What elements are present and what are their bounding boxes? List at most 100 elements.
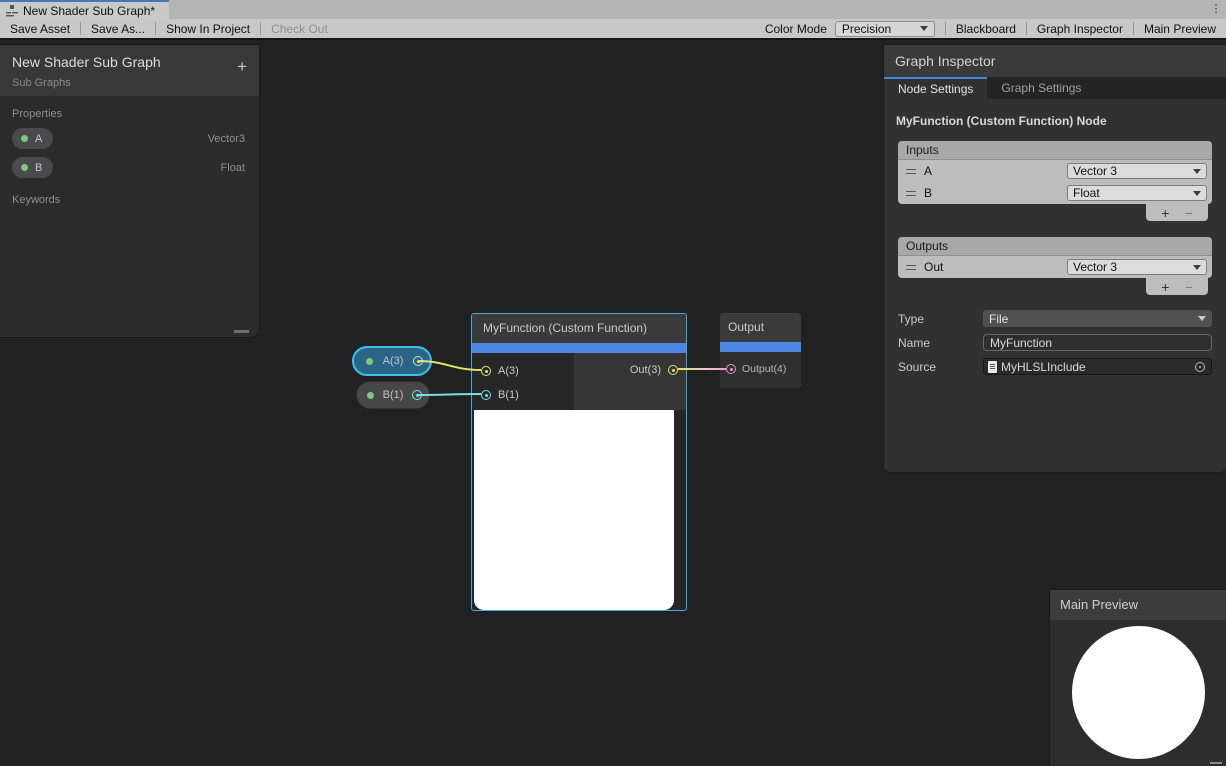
drag-handle-icon[interactable]: [906, 191, 916, 196]
output-node-title[interactable]: Output: [720, 313, 801, 342]
output-name: Out: [924, 260, 943, 274]
inputs-list-footer: + −: [884, 204, 1208, 221]
property-dot-icon: [367, 392, 374, 399]
source-label: Source: [898, 360, 983, 374]
exposed-dot-icon: [21, 135, 28, 142]
node-input-column: A(3) B(1): [472, 353, 574, 410]
input-type-dropdown[interactable]: Float: [1067, 185, 1207, 201]
shader-preview-sphere: [1072, 626, 1205, 759]
tab-graph-settings[interactable]: Graph Settings: [987, 77, 1095, 99]
add-property-button[interactable]: +: [237, 57, 247, 77]
document-tab[interactable]: New Shader Sub Graph*: [0, 0, 169, 19]
inputs-row-b[interactable]: B Float: [898, 182, 1212, 204]
add-output-button[interactable]: +: [1161, 279, 1169, 295]
name-field[interactable]: MyFunction: [983, 334, 1212, 351]
inputs-list-header: Inputs: [898, 141, 1212, 160]
remove-input-button[interactable]: −: [1185, 205, 1193, 221]
outputs-row-out[interactable]: Out Vector 3: [898, 256, 1212, 278]
chevron-down-icon: [1193, 265, 1201, 270]
save-asset-button[interactable]: Save Asset: [0, 19, 80, 38]
keywords-section-label: Keywords: [0, 182, 259, 210]
property-pill[interactable]: A: [12, 128, 53, 149]
main-preview-toggle-button[interactable]: Main Preview: [1134, 19, 1226, 38]
property-type: Float: [221, 162, 245, 174]
precision-dropdown[interactable]: Precision: [835, 21, 935, 37]
input-name: B: [924, 186, 932, 200]
property-type: Vector3: [208, 133, 245, 145]
remove-output-button[interactable]: −: [1185, 279, 1193, 295]
add-input-button[interactable]: +: [1161, 205, 1169, 221]
outputs-list: Outputs Out Vector 3: [898, 237, 1212, 278]
blackboard-subtitle: Sub Graphs: [12, 77, 247, 89]
input-port-a-label: A(3): [498, 365, 519, 377]
document-tab-title: New Shader Sub Graph*: [23, 4, 155, 18]
overflow-menu-icon[interactable]: ⋮: [1206, 0, 1226, 19]
tab-bar-spacer: [169, 0, 1206, 19]
property-dot-icon: [366, 358, 373, 365]
chevron-down-icon: [920, 26, 928, 31]
tab-node-settings[interactable]: Node Settings: [884, 77, 987, 99]
inspector-tab-strip: Node Settings Graph Settings: [884, 77, 1226, 99]
property-node-b-label: B(1): [374, 389, 412, 401]
main-preview-title: Main Preview: [1050, 590, 1226, 620]
function-fields: Type File Name MyFunction Source MyHLSLI…: [898, 310, 1212, 375]
output-type-dropdown[interactable]: Vector 3: [1067, 259, 1207, 275]
color-mode-label: Color Mode: [757, 22, 835, 36]
output-port-out-label: Out(3): [630, 364, 661, 376]
shader-graph-asset-icon: [6, 5, 18, 17]
name-label: Name: [898, 336, 983, 350]
input-port-b-label: B(1): [498, 389, 519, 401]
property-node-b[interactable]: B(1): [356, 381, 430, 409]
property-node-a-output-port[interactable]: [413, 356, 423, 366]
input-port-a[interactable]: [481, 366, 491, 376]
node-title[interactable]: MyFunction (Custom Function): [472, 314, 686, 343]
source-object-field[interactable]: MyHLSLInclude: [983, 358, 1212, 375]
inputs-row-a[interactable]: A Vector 3: [898, 160, 1212, 182]
exposed-dot-icon: [21, 164, 28, 171]
output-node-input-port[interactable]: [726, 364, 736, 374]
output-type-value: Vector 3: [1073, 260, 1193, 274]
inputs-list: Inputs A Vector 3 B Float: [898, 141, 1212, 204]
drag-handle-icon[interactable]: [906, 265, 916, 270]
outputs-list-footer: + −: [884, 278, 1208, 295]
source-value: MyHLSLInclude: [1001, 360, 1191, 374]
inspector-title: Graph Inspector: [884, 45, 1226, 77]
chevron-down-icon: [1198, 316, 1206, 321]
resize-handle[interactable]: [234, 330, 249, 333]
chevron-down-icon: [1193, 191, 1201, 196]
output-port-out[interactable]: [668, 365, 678, 375]
tab-bar: New Shader Sub Graph* ⋮: [0, 0, 1226, 19]
drag-handle-icon[interactable]: [906, 169, 916, 174]
input-type-value: Vector 3: [1073, 164, 1193, 178]
output-node-port-label: Output(4): [742, 363, 786, 375]
blackboard-toggle-button[interactable]: Blackboard: [946, 19, 1026, 38]
chevron-down-icon: [1193, 169, 1201, 174]
property-pill[interactable]: B: [12, 157, 53, 178]
node-preview[interactable]: [474, 410, 674, 610]
outputs-list-header: Outputs: [898, 237, 1212, 256]
input-type-dropdown[interactable]: Vector 3: [1067, 163, 1207, 179]
type-dropdown[interactable]: File: [983, 310, 1212, 327]
blackboard-panel[interactable]: New Shader Sub Graph Sub Graphs + Proper…: [0, 45, 259, 337]
custom-function-node[interactable]: MyFunction (Custom Function) A(3) B(1) O…: [471, 313, 687, 611]
show-in-project-button[interactable]: Show In Project: [156, 19, 260, 38]
property-row-a[interactable]: A Vector3: [0, 124, 259, 153]
property-row-b[interactable]: B Float: [0, 153, 259, 182]
name-value: MyFunction: [990, 336, 1052, 350]
save-as-button[interactable]: Save As...: [81, 19, 155, 38]
property-node-a[interactable]: A(3): [352, 346, 432, 376]
input-type-value: Float: [1073, 186, 1193, 200]
input-port-b[interactable]: [481, 390, 491, 400]
graph-inspector-toggle-button[interactable]: Graph Inspector: [1027, 19, 1133, 38]
main-preview-panel[interactable]: Main Preview: [1050, 590, 1226, 766]
property-name: A: [35, 133, 42, 145]
graph-inspector-panel[interactable]: Graph Inspector Node Settings Graph Sett…: [884, 45, 1226, 472]
precision-dropdown-value: Precision: [842, 22, 920, 36]
property-node-b-output-port[interactable]: [412, 390, 422, 400]
object-picker-icon[interactable]: [1195, 362, 1205, 372]
resize-handle[interactable]: [1210, 762, 1222, 764]
property-node-a-label: A(3): [373, 355, 413, 367]
output-node[interactable]: Output Output(4): [720, 313, 801, 388]
check-out-button: Check Out: [261, 19, 338, 38]
blackboard-header: New Shader Sub Graph Sub Graphs +: [0, 45, 259, 96]
